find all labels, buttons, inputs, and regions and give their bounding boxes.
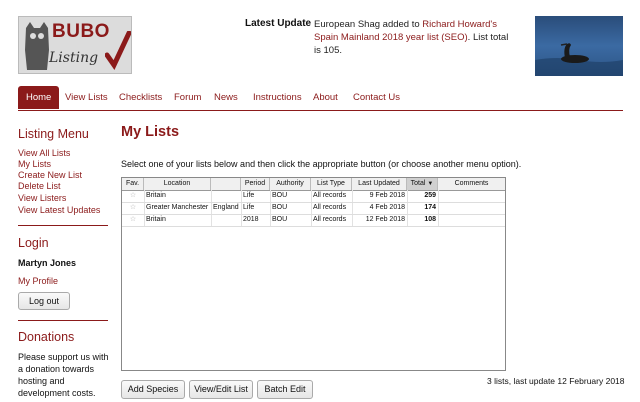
cell-region: England [213,204,239,211]
col-comments[interactable]: Comments [438,178,505,190]
bubo-logo[interactable]: BUBO Listing [18,16,132,74]
lists-summary: 3 lists, last update 12 February 2018 [487,376,625,386]
col-total-label: Total [410,180,426,187]
nav-instructions[interactable]: Instructions [253,86,302,109]
nav-forum[interactable]: Forum [174,86,201,109]
cell-period: Life [243,192,255,199]
favourite-star-icon[interactable]: ☆ [122,214,144,226]
page-title: My Lists [121,124,180,140]
menu-create-new-list[interactable]: Create New List [18,170,82,180]
view-edit-list-button[interactable]: View/Edit List [189,380,253,399]
cell-region [211,190,241,202]
cell-last-updated: 12 Feb 2018 [365,216,405,223]
favourite-star-icon[interactable]: ☆ [122,190,144,202]
nav-home[interactable]: Home [18,86,60,109]
latest-update-text: European Shag added to Richard Howard's … [314,18,514,57]
cell-last-updated: 9 Feb 2018 [369,192,405,199]
col-period[interactable]: Period [241,178,270,190]
cell-location: Greater Manchester [146,204,209,211]
favourite-star-icon[interactable]: ☆ [122,202,144,214]
cell-list-type: All records [313,204,347,211]
menu-my-lists[interactable]: My Lists [18,159,51,169]
latest-update-label: Latest Update [245,18,312,29]
cell-region [211,214,241,226]
col-location[interactable]: Location [144,178,211,190]
bird-photo [535,16,623,76]
cell-list-type: All records [313,216,347,223]
user-name: Martyn Jones [18,258,77,268]
logout-button[interactable]: Log out [18,292,70,310]
cell-list-type: All records [313,192,347,199]
donations-text: Please support us with a donation toward… [18,352,109,398]
cell-location: Britain [146,192,166,199]
cell-location: Britain [146,216,166,223]
listing-menu-title: Listing Menu [18,127,89,141]
logo-subtitle: Listing [49,50,99,66]
logo-title: BUBO [52,21,110,42]
cell-comments [438,202,505,214]
intro-text: Select one of your lists below and then … [121,159,522,169]
cell-authority: BOU [272,204,288,211]
my-profile-link[interactable]: My Profile [18,276,58,286]
sidebar-divider [18,320,108,321]
col-last-updated[interactable]: Last Updated [352,178,407,190]
cell-authority: BOU [272,192,288,199]
nav-news[interactable]: News [214,86,238,109]
sidebar-divider [18,225,108,226]
cell-total: 108 [424,216,436,223]
table-row[interactable]: ☆ Britain 2018 BOU All records 12 Feb 20… [122,214,505,227]
login-title: Login [18,236,49,250]
col-list-type[interactable]: List Type [311,178,352,190]
col-authority[interactable]: Authority [270,178,311,190]
cell-total: 259 [424,192,436,199]
cell-total: 174 [424,204,436,211]
nav-about[interactable]: About [313,86,338,109]
add-species-button[interactable]: Add Species [121,380,185,399]
batch-edit-button[interactable]: Batch Edit [257,380,313,399]
donations-title: Donations [18,330,75,344]
menu-delete-list[interactable]: Delete List [18,181,61,191]
cell-last-updated: 4 Feb 2018 [369,204,405,211]
menu-view-all-lists[interactable]: View All Lists [18,148,70,158]
nav-contact-us[interactable]: Contact Us [353,86,400,109]
cell-period: Life [243,204,255,211]
col-region[interactable] [211,178,241,190]
sort-desc-icon: ▼ [427,181,434,187]
col-total[interactable]: Total ▼ [407,178,438,190]
nav-checklists[interactable]: Checklists [119,86,162,109]
cell-comments [438,214,505,226]
col-fav[interactable]: Fav. [122,178,144,190]
owl-icon [25,22,49,70]
checkmark-icon [105,31,131,70]
lists-table: Fav. Location Period Authority List Type… [121,177,506,371]
main-nav: Home View Lists Checklists Forum News In… [18,86,623,111]
latest-update-prefix: European Shag added to [314,19,423,30]
shag-image [535,43,623,76]
cell-period: 2018 [243,216,259,223]
menu-view-latest-updates[interactable]: View Latest Updates [18,205,100,215]
cell-authority: BOU [272,216,288,223]
cell-comments [438,190,505,202]
nav-view-lists[interactable]: View Lists [65,86,108,109]
menu-view-listers[interactable]: View Listers [18,193,66,203]
